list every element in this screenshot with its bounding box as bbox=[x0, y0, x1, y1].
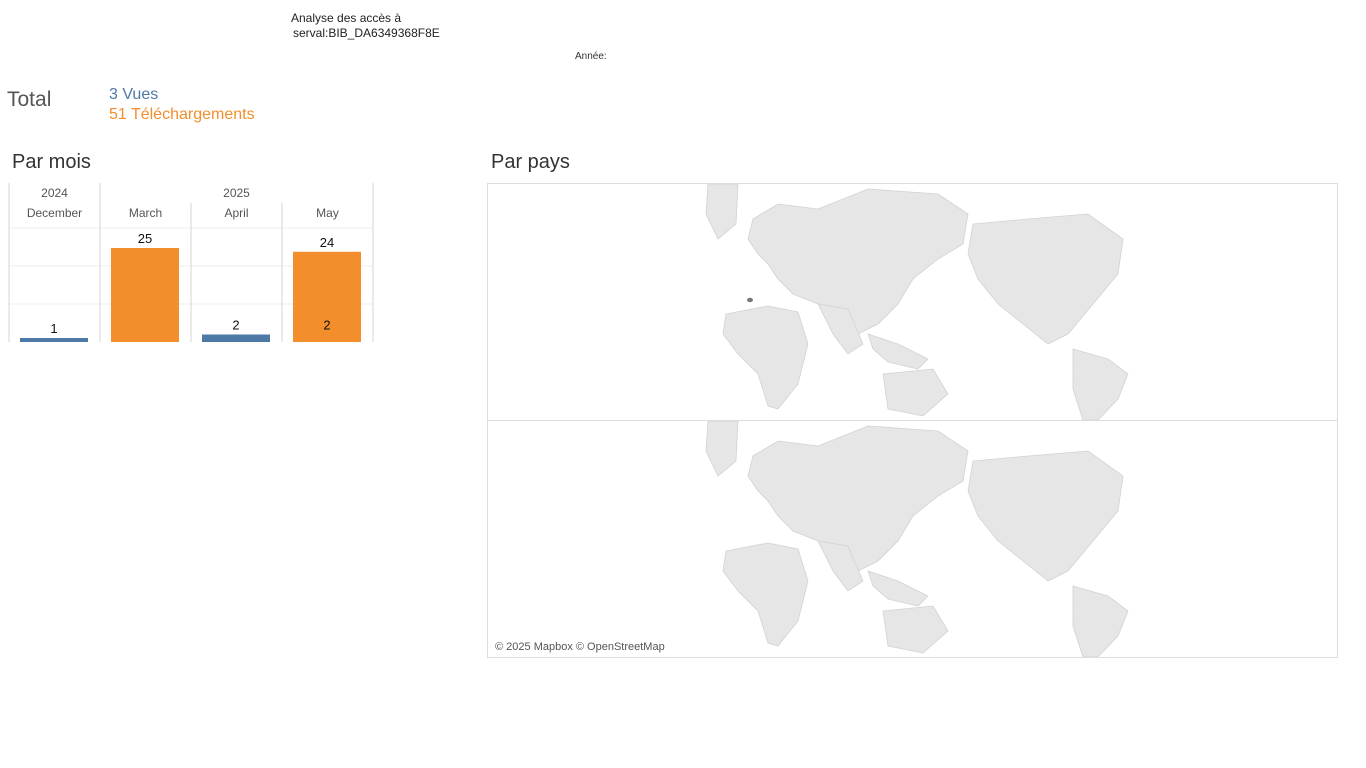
world-map-views[interactable] bbox=[488, 183, 1337, 421]
data-label: 24 bbox=[320, 235, 334, 250]
section-title-by-month: Par mois bbox=[12, 151, 91, 173]
title-line-1: Analyse des accès à bbox=[291, 11, 402, 25]
land-shape bbox=[882, 368, 949, 417]
land-shape bbox=[867, 570, 929, 607]
month-label: May bbox=[316, 206, 339, 220]
data-label: 2 bbox=[232, 317, 239, 332]
monthly-chart[interactable]: 2024 December 2025 March April May 1 25 2 24 2 bbox=[0, 180, 470, 350]
map-attribution[interactable]: © 2025 Mapbox © OpenStreetMap bbox=[495, 641, 665, 653]
year-filter-label[interactable]: Année: bbox=[575, 51, 607, 62]
land-shape bbox=[967, 213, 1124, 345]
page-title: Analyse des accès à serval:BIB_DA6349368… bbox=[291, 11, 440, 41]
bar-december-views[interactable] bbox=[20, 338, 88, 342]
data-label: 25 bbox=[138, 231, 152, 246]
land-shape bbox=[967, 450, 1124, 582]
data-label: 1 bbox=[50, 321, 57, 336]
month-label: March bbox=[129, 206, 162, 220]
land-shape bbox=[882, 605, 949, 654]
land-shape bbox=[867, 333, 929, 370]
year-label: 2024 bbox=[41, 186, 68, 200]
total-views: 3 Vues bbox=[109, 86, 159, 103]
data-label: 2 bbox=[323, 317, 330, 332]
world-land bbox=[705, 183, 1129, 421]
highlighted-country[interactable] bbox=[747, 297, 753, 303]
map-panel-views[interactable] bbox=[488, 183, 1337, 421]
section-title-by-country: Par pays bbox=[491, 151, 570, 173]
month-label: April bbox=[224, 206, 248, 220]
year-label: 2025 bbox=[223, 186, 250, 200]
world-map-downloads[interactable] bbox=[488, 420, 1337, 658]
title-line-2: serval:BIB_DA6349368F8E bbox=[293, 26, 440, 40]
total-downloads: 51 Téléchargements bbox=[109, 106, 255, 123]
land-shape bbox=[705, 420, 739, 477]
total-label: Total bbox=[7, 88, 52, 111]
land-shape bbox=[705, 183, 739, 240]
country-map[interactable]: © 2025 Mapbox © OpenStreetMap bbox=[487, 183, 1338, 658]
land-shape bbox=[1072, 585, 1129, 658]
month-label: December bbox=[27, 206, 82, 220]
bar-may-downloads[interactable] bbox=[293, 334, 361, 342]
map-panel-downloads[interactable] bbox=[488, 420, 1337, 658]
monthly-bar-chart[interactable]: 2024 December 2025 March April May 1 25 2 24 2 bbox=[0, 180, 470, 350]
land-shape bbox=[1072, 348, 1129, 421]
world-land bbox=[705, 420, 1129, 658]
bar-march-views[interactable] bbox=[202, 334, 270, 342]
land-shape bbox=[722, 542, 809, 647]
land-shape bbox=[722, 305, 809, 410]
bar-march-downloads[interactable] bbox=[111, 248, 179, 342]
